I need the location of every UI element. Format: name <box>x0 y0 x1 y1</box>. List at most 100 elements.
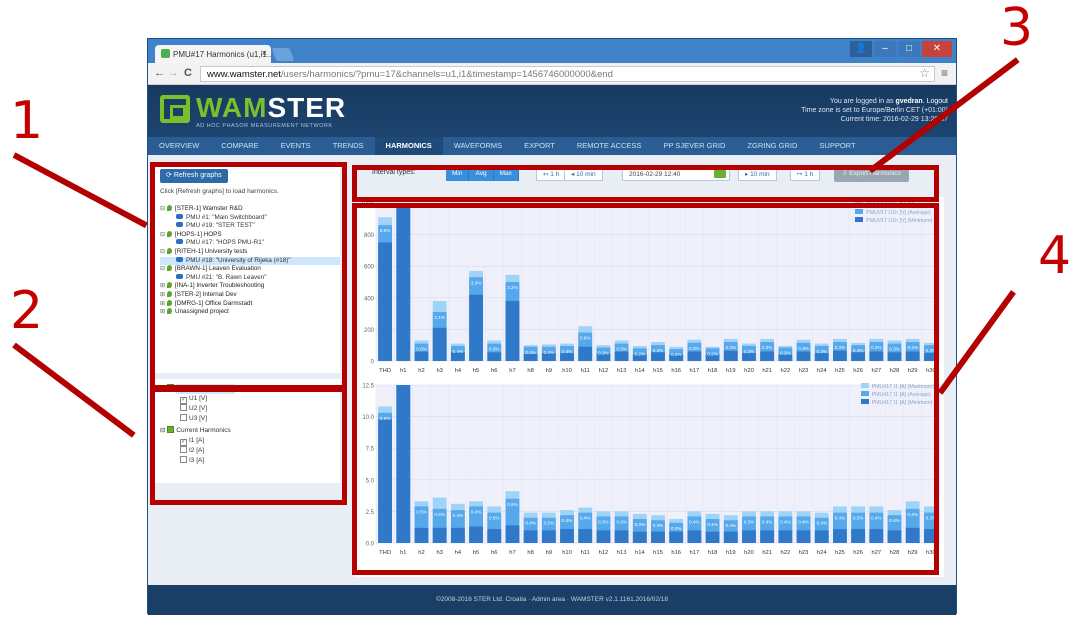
nav-item-pp-sjever-grid[interactable]: PP SJEVER GRID <box>652 137 736 155</box>
expand-icon[interactable]: ⊞ <box>160 300 167 309</box>
bar-min[interactable] <box>560 353 574 361</box>
interval-avg-button[interactable]: Avg <box>469 167 494 181</box>
voltage-group-checkbox[interactable] <box>167 384 175 391</box>
bar-min[interactable] <box>651 352 665 361</box>
bookmark-star-icon[interactable]: ☆ <box>919 66 930 80</box>
bar-min[interactable] <box>851 529 866 543</box>
current-group[interactable]: ⊟ Current Harmonics <box>160 426 334 436</box>
bar-min[interactable] <box>432 327 447 361</box>
bar-min[interactable] <box>760 351 775 361</box>
channel-checkbox[interactable]: ✓ <box>180 397 187 404</box>
bar-min[interactable] <box>505 300 520 361</box>
tree-pmu-item[interactable]: PMU #1: "Main Switchboard" <box>160 213 340 223</box>
close-window-button[interactable]: ✕ <box>922 41 952 57</box>
channel-item[interactable]: U3 [V] <box>160 414 334 424</box>
bar-min[interactable] <box>432 527 447 543</box>
bar-min[interactable] <box>923 353 938 361</box>
browser-tab[interactable]: PMU#17 Harmonics (u1,i1... × <box>155 45 271 63</box>
bar-min[interactable] <box>396 203 411 361</box>
tree-project-item[interactable]: ⊞ Unassigned project <box>160 308 340 317</box>
channel-item[interactable]: ✓ I1 [A] <box>160 436 334 446</box>
bar-min[interactable] <box>523 353 538 361</box>
maximize-button[interactable]: □ <box>898 41 920 57</box>
bar-min[interactable] <box>687 351 702 361</box>
bar-min[interactable] <box>560 529 574 543</box>
bar-min[interactable] <box>796 530 811 543</box>
channel-item[interactable]: I3 [A] <box>160 456 334 466</box>
bar-min[interactable] <box>578 346 593 361</box>
collapse-icon[interactable]: ⊟ <box>160 231 167 240</box>
channel-item[interactable]: ✓ U1 [V] <box>160 394 334 404</box>
nav-item-harmonics[interactable]: HARMONICS <box>374 137 443 155</box>
bar-min[interactable] <box>469 294 483 361</box>
bar-min[interactable] <box>905 351 920 361</box>
channel-item[interactable]: U2 [V] <box>160 404 334 414</box>
collapse-icon[interactable]: ⊟ <box>160 265 167 274</box>
bar-min[interactable] <box>687 530 702 543</box>
bar-min[interactable] <box>742 353 756 361</box>
tree-project-item[interactable]: ⊞ [INA-1] Inverter Troubleshooting <box>160 282 340 291</box>
collapse-icon[interactable]: ⊟ <box>160 205 167 214</box>
bar-min[interactable] <box>614 530 629 543</box>
channel-checkbox[interactable]: ✓ <box>180 439 187 446</box>
interval-max-button[interactable]: Max <box>493 167 519 181</box>
logout-link[interactable]: Logout <box>927 98 948 105</box>
bar-min[interactable] <box>450 527 465 543</box>
bar-min[interactable] <box>487 529 502 543</box>
tree-project-item[interactable]: ⊟ [HOPS-1] HOPS <box>160 230 340 240</box>
bar-min[interactable] <box>541 530 556 543</box>
bar-min[interactable] <box>833 529 847 543</box>
bar-min[interactable] <box>778 530 793 543</box>
bar-min[interactable] <box>414 527 429 543</box>
voltage-chart-legend[interactable]: PMU#17 U1h [V] (Maximum) PMU#17 U1h [V] … <box>855 201 934 225</box>
nav-item-compare[interactable]: COMPARE <box>210 137 269 155</box>
channel-checkbox[interactable] <box>180 456 187 463</box>
current-harmonics-chart[interactable]: 0.0 2.5 5.0 7.5 10.0 12.5 THD 8.8% h1 h2 0.5% h3 0.5… <box>354 379 944 559</box>
bar-min[interactable] <box>396 385 411 543</box>
bar-min[interactable] <box>578 529 593 543</box>
bar-min[interactable] <box>651 531 665 543</box>
current-group-checkbox[interactable] <box>167 426 175 433</box>
nav-item-remote-access[interactable]: REMOTE ACCESS <box>566 137 653 155</box>
bar-min[interactable] <box>887 352 902 361</box>
bar-min[interactable] <box>378 242 393 362</box>
tree-pmu-item[interactable]: PMU #18: "University of Rijeka (#18)" <box>160 256 340 266</box>
expand-icon[interactable]: ⊞ <box>160 282 167 291</box>
bar-min[interactable] <box>487 352 502 361</box>
bar-min[interactable] <box>833 350 847 361</box>
bar-min[interactable] <box>814 530 829 543</box>
tree-project-item[interactable]: ⊞ [DMRG-1] Office Darmstadt <box>160 299 340 309</box>
forward-icon[interactable]: → <box>168 67 179 79</box>
bar-min[interactable] <box>887 530 902 543</box>
reload-icon[interactable]: C <box>184 67 192 79</box>
tree-project-item[interactable]: ⊟ [RITEH-1] University tests <box>160 247 340 257</box>
bar-min[interactable] <box>469 526 483 543</box>
back-icon[interactable]: ← <box>154 67 165 79</box>
expand-icon[interactable]: ⊞ <box>160 291 167 300</box>
current-chart-legend[interactable]: PMU#17 I1 [A] (Maximum) PMU#17 I1 [A] (A… <box>860 383 934 407</box>
bar-min[interactable] <box>869 351 884 361</box>
tree-pmu-item[interactable]: PMU #19: "STER TEST" <box>160 222 340 231</box>
bar-min[interactable] <box>760 530 775 543</box>
bar-min[interactable] <box>869 529 884 543</box>
tree-project-item[interactable]: ⊞ [STER-2] Internal Dev <box>160 290 340 300</box>
bar-min[interactable] <box>723 531 738 543</box>
bar-min[interactable] <box>505 525 520 543</box>
nav-item-trends[interactable]: TRENDS <box>322 137 375 155</box>
browser-menu-icon[interactable]: ≡ <box>941 66 948 80</box>
collapse-icon[interactable]: ⊟ <box>160 248 167 257</box>
forward-10min-button[interactable]: ▸ 10 min <box>738 167 777 181</box>
nav-item-export[interactable]: EXPORT <box>513 137 566 155</box>
bar-min[interactable] <box>796 351 811 361</box>
nav-item-waveforms[interactable]: WAVEFORMS <box>443 137 513 155</box>
bar-min[interactable] <box>814 353 829 361</box>
new-tab-button[interactable] <box>271 48 295 61</box>
bar-min[interactable] <box>742 530 756 543</box>
bar-min[interactable] <box>705 531 720 543</box>
bar-min[interactable] <box>669 531 684 543</box>
bar-min[interactable] <box>414 351 429 361</box>
bar-min[interactable] <box>523 530 538 543</box>
bar-min[interactable] <box>778 354 793 361</box>
date-time-input[interactable]: 2016-02-29 12:40 <box>622 167 730 181</box>
interval-min-button[interactable]: Min <box>446 167 470 181</box>
